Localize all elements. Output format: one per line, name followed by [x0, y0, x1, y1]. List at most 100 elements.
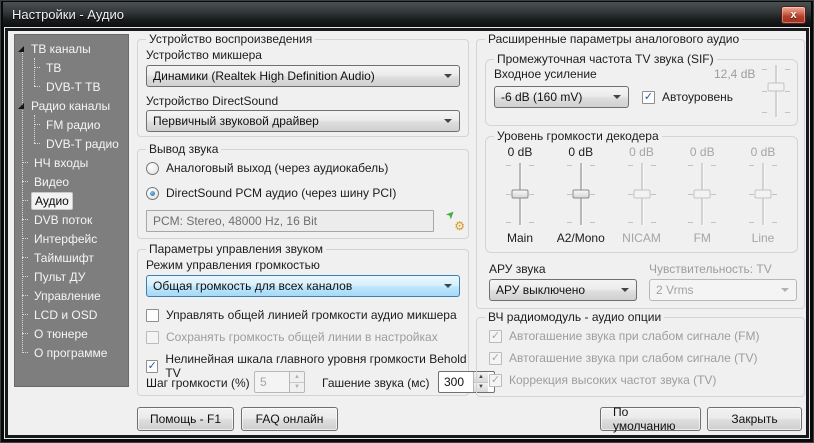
- spin-down-icon: ▼: [290, 383, 304, 393]
- sidebar-item-dvbt-radio[interactable]: DVB-T радио: [15, 134, 128, 153]
- rf-module-group: ВЧ радиомодуль - аудио опции ✓ Автогашен…: [476, 317, 805, 397]
- checkbox-checked-icon: ✓: [489, 374, 502, 387]
- fm-volume-slider: [688, 163, 716, 225]
- save-line-checkbox: Сохранять громкость общей линии в настро…: [146, 330, 438, 344]
- faq-online-button[interactable]: FAQ онлайн: [241, 407, 338, 431]
- chevron-down-icon: [613, 95, 621, 99]
- volume-step-spinner: 5 ▲▼: [254, 371, 305, 393]
- analog-output-radio[interactable]: Аналоговый выход (через аудиокабель): [146, 161, 388, 175]
- sidebar-item-control[interactable]: Управление: [15, 286, 128, 305]
- sidebar-item-tv[interactable]: ТВ: [15, 58, 128, 77]
- chevron-down-icon: [444, 119, 452, 123]
- slider-thumb: [755, 190, 772, 199]
- tree-expander-icon[interactable]: [18, 46, 24, 52]
- settings-tree: ТВ каналы ТВ DVB-T ТВ Радио каналы FM ра…: [14, 34, 129, 387]
- defaults-button[interactable]: По умолчанию: [600, 407, 701, 431]
- spin-up-icon: ▲: [290, 372, 304, 383]
- group-title: Расширенные параметры аналогового аудио: [485, 32, 742, 46]
- title-bar[interactable]: Настройки - Аудио x: [3, 2, 811, 27]
- playback-device-group: Устройство воспроизведения Устройство ми…: [137, 39, 469, 137]
- window-frame: ТВ каналы ТВ DVB-T ТВ Радио каналы FM ра…: [4, 27, 810, 439]
- decoder-slider-main: 0 dB Main: [492, 145, 548, 245]
- chevron-down-icon: [444, 74, 452, 78]
- autolevel-checkbox[interactable]: ✓ Автоуровень: [642, 90, 733, 104]
- pcm-format-field[interactable]: PCM: Stereo, 48000 Hz, 16 Bit: [146, 210, 434, 232]
- group-title: Уровень громкости декодера: [494, 129, 662, 143]
- automute-tv-checkbox: ✓ Автогашение звука при слабом сигнале (…: [489, 351, 757, 365]
- chevron-down-icon: [444, 284, 452, 288]
- advanced-analog-audio-group: Расширенные параметры аналогового аудио …: [476, 39, 805, 309]
- mute-time-label: Гашение звука (мс): [322, 376, 430, 390]
- checkbox-icon: [146, 309, 159, 322]
- sidebar-item-lf-inputs[interactable]: НЧ входы: [15, 153, 128, 172]
- sidebar-item-timeshift[interactable]: Таймшифт: [15, 248, 128, 267]
- decoder-slider-line: 0 dB Line: [735, 145, 791, 245]
- content-panel: ТВ каналы ТВ DVB-T ТВ Радио каналы FM ра…: [8, 31, 806, 435]
- decoder-slider-fm: 0 dB FM: [674, 145, 730, 245]
- sidebar-item-fm-radio[interactable]: FM радио: [15, 115, 128, 134]
- slider-thumb[interactable]: [572, 190, 589, 199]
- slider-name: Main: [507, 231, 533, 245]
- sidebar-item-video[interactable]: Видео: [15, 172, 128, 191]
- help-button[interactable]: Помощь - F1: [137, 407, 234, 431]
- radio-selected-icon: [146, 187, 159, 200]
- a2mono-volume-slider[interactable]: [567, 163, 595, 225]
- settings-window: Настройки - Аудио x ТВ каналы ТВ DVB-T Т…: [0, 0, 814, 443]
- close-dialog-button[interactable]: Закрыть: [707, 407, 802, 431]
- decoder-slider-a2mono: 0 dB A2/Mono: [553, 145, 609, 245]
- checkbox-checked-icon: ✓: [489, 352, 502, 365]
- slider-value: 0 dB: [629, 145, 654, 159]
- directsound-device-select[interactable]: Первичный звуковой драйвер: [146, 110, 460, 132]
- slider-thumb: [633, 190, 650, 199]
- tree-expander-icon[interactable]: [18, 103, 24, 109]
- slider-thumb: [694, 190, 711, 199]
- slider-thumb[interactable]: [512, 190, 529, 199]
- sidebar-item-interface[interactable]: Интерфейс: [15, 229, 128, 248]
- sound-output-group: Вывод звука Аналоговый выход (через ауди…: [137, 149, 469, 239]
- agc-label: АРУ звука: [489, 262, 546, 276]
- sidebar-item-remote[interactable]: Пульт ДУ: [15, 267, 128, 286]
- group-title: Промежуточная частота TV звука (SIF): [494, 52, 717, 66]
- volume-step-label: Шаг громкости (%): [146, 376, 250, 390]
- chevron-down-icon: [781, 288, 789, 292]
- slider-thumb: [768, 82, 785, 91]
- volume-control-group: Параметры управления звуком Режим управл…: [137, 249, 469, 396]
- mixer-device-label: Устройство микшера: [146, 48, 262, 62]
- pcm-output-radio[interactable]: DirectSound PCM аудио (через шину PCI): [146, 186, 396, 200]
- audio-device-settings-icon[interactable]: ➤⚙: [446, 212, 464, 230]
- mixer-device-select[interactable]: Динамики (Realtek High Definition Audio): [146, 65, 460, 87]
- automute-fm-checkbox: ✓ Автогашение звука при слабом сигнале (…: [489, 329, 759, 343]
- directsound-device-label: Устройство DirectSound: [146, 94, 278, 108]
- input-gain-select[interactable]: -6 dB (160 mV): [494, 86, 629, 108]
- decoder-slider-nicam: 0 dB NICAM: [614, 145, 670, 245]
- window-title: Настройки - Аудио: [3, 7, 124, 22]
- close-icon: x: [790, 9, 796, 21]
- sensitivity-select: 2 Vrms: [649, 279, 797, 301]
- slider-name: A2/Mono: [557, 231, 605, 245]
- sidebar-item-tv-channels[interactable]: ТВ каналы: [15, 39, 128, 58]
- slider-name: NICAM: [622, 231, 661, 245]
- sidebar-item-radio-channels[interactable]: Радио каналы: [15, 96, 128, 115]
- input-gain-label: Входное усиление: [494, 67, 597, 81]
- mixer-line-checkbox[interactable]: Управлять общей линией громкости аудио м…: [146, 308, 457, 322]
- close-button[interactable]: x: [781, 6, 806, 24]
- checkbox-checked-icon: ✓: [642, 91, 655, 104]
- sidebar-item-dvb-stream[interactable]: DVB поток: [15, 210, 128, 229]
- sidebar-item-dvbt-tv[interactable]: DVB-T ТВ: [15, 77, 128, 96]
- sidebar-item-audio[interactable]: Аудио: [15, 191, 128, 210]
- sidebar-item-about-tuner[interactable]: О тюнере: [15, 324, 128, 343]
- group-title: Вывод звука: [146, 142, 221, 156]
- agc-select[interactable]: АРУ выключено: [489, 279, 637, 301]
- sidebar-item-about-program[interactable]: О программе: [15, 343, 128, 362]
- sif-level-value: 12,4 dB: [714, 67, 755, 81]
- sif-group: Промежуточная частота TV звука (SIF) Вхо…: [485, 59, 798, 126]
- slider-value: 0 dB: [508, 145, 533, 159]
- checkbox-checked-icon: ✓: [146, 360, 158, 373]
- slider-name: Line: [752, 231, 775, 245]
- radio-icon: [146, 162, 159, 175]
- hf-correction-checkbox: ✓ Коррекция высоких частот звука (TV): [489, 373, 716, 387]
- slider-value: 0 dB: [690, 145, 715, 159]
- volume-mode-select[interactable]: Общая громкость для всех каналов: [146, 275, 460, 297]
- sidebar-item-lcd-osd[interactable]: LCD и OSD: [15, 305, 128, 324]
- main-volume-slider[interactable]: [506, 163, 534, 225]
